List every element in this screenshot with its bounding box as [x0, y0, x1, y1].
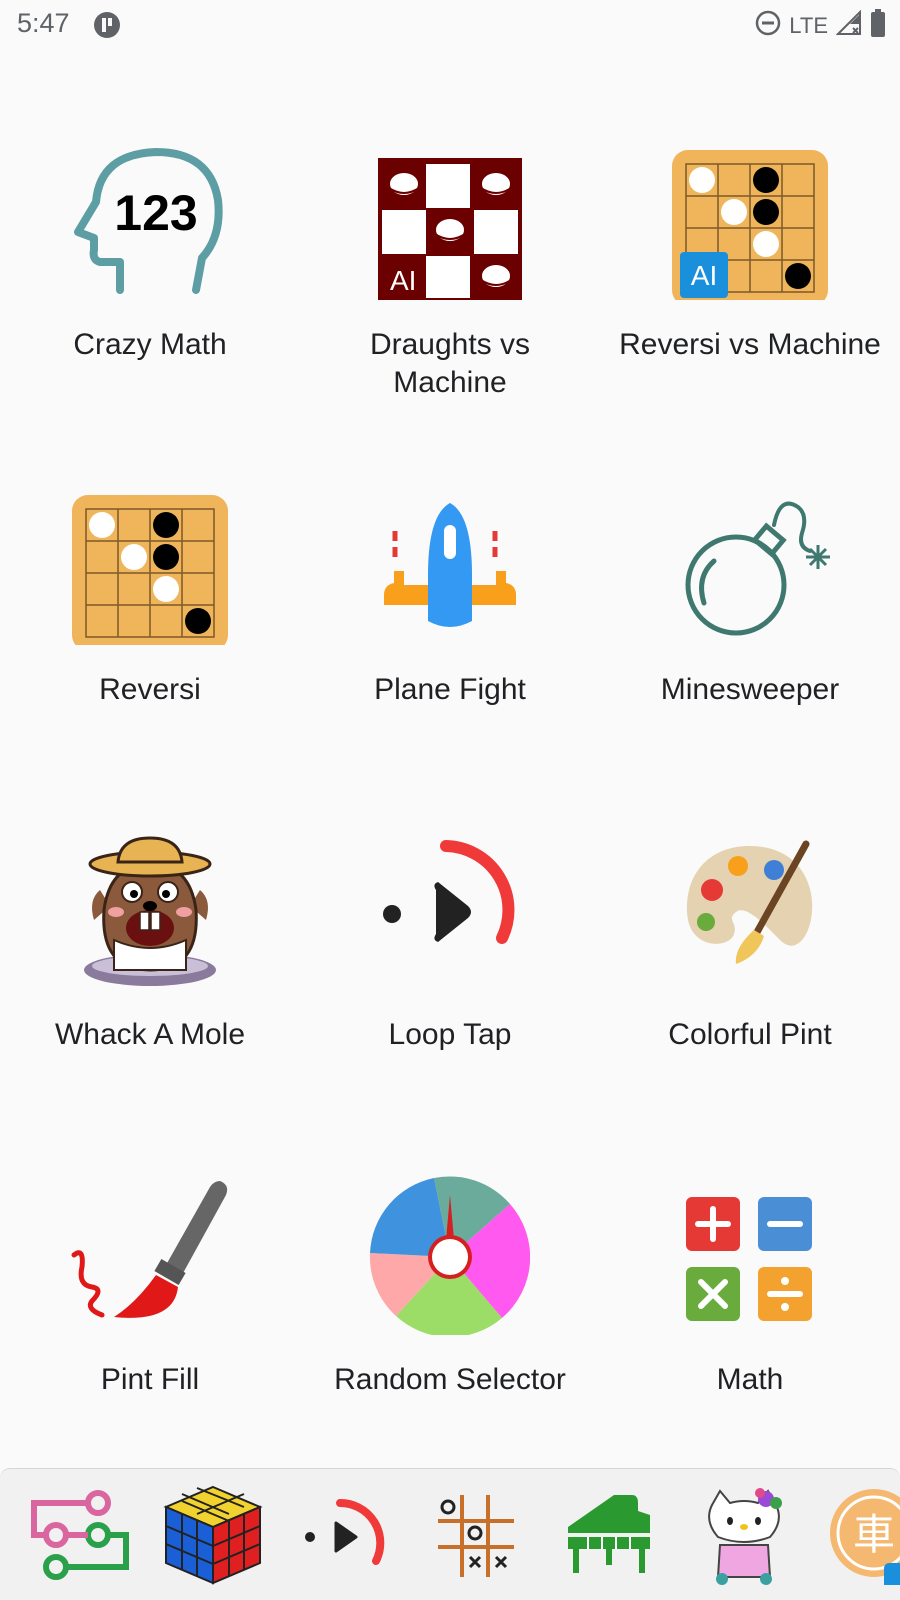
app-label: Math [716, 1363, 784, 1396]
piano-icon [568, 1495, 650, 1573]
signal-icon [835, 9, 862, 42]
math-operators-icon [670, 1175, 830, 1335]
app-loop-tap[interactable]: Loop Tap [300, 830, 600, 1160]
app-crazy-math[interactable]: 123 Crazy Math [0, 140, 300, 470]
app-whack-a-mole[interactable]: Whack A Mole [0, 830, 300, 1160]
dock-tic-tac-toe-app[interactable] [424, 1485, 534, 1585]
app-label: Crazy Math [73, 328, 227, 361]
draughts-ai-text: AI [390, 265, 416, 296]
loop-tap-icon [305, 1498, 385, 1565]
plane-icon [370, 485, 530, 645]
paintbrush-icon [70, 1175, 230, 1335]
dock-flowchart-app[interactable] [26, 1485, 136, 1585]
app-colorful-pint[interactable]: Colorful Pint [600, 830, 900, 1160]
dock-rubiks-cube-app[interactable] [158, 1485, 268, 1585]
app-label: Minesweeper [660, 673, 840, 706]
mole-icon [70, 830, 230, 990]
app-draughts-vs-machine[interactable]: AI Draughts vs Machine [300, 140, 600, 470]
app-random-selector[interactable]: Random Selector [300, 1175, 600, 1505]
reversi-ai-board-icon: AI [670, 140, 830, 306]
app-label: Plane Fight [374, 673, 526, 706]
app-label: Reversi [99, 673, 201, 706]
app-reversi-vs-machine[interactable]: AI Reversi vs Machine [600, 140, 900, 470]
rubiks-cube-icon [163, 1485, 263, 1585]
dock-chinese-chess-app[interactable]: 車 [826, 1485, 900, 1589]
app-label: Colorful Pint [668, 1018, 832, 1051]
app-pint-fill[interactable]: Pint Fill [0, 1175, 300, 1505]
app-minesweeper[interactable]: Minesweeper [600, 485, 900, 815]
hello-kitty-icon [708, 1488, 782, 1585]
dock-piano-app[interactable] [558, 1485, 668, 1585]
battery-icon [870, 9, 886, 43]
reversi-board-icon [70, 485, 230, 651]
app-reversi[interactable]: Reversi [0, 485, 300, 815]
flowchart-icon [31, 1490, 129, 1580]
bottom-app-dock[interactable]: 車 [0, 1468, 900, 1600]
app-label: Draughts vs Machine [369, 328, 531, 399]
app-plane-fight[interactable]: Plane Fight [300, 485, 600, 815]
paint-palette-icon [670, 830, 830, 990]
notification-app-icon [92, 10, 122, 45]
draughts-board-icon: AI [370, 140, 530, 302]
reversi-ai-text: AI [691, 260, 717, 291]
crazy-math-icon-text: 123 [114, 185, 197, 241]
spinner-wheel-icon [369, 1175, 531, 1338]
head-123-icon: 123 [70, 140, 230, 300]
do-not-disturb-icon [755, 10, 781, 42]
dock-loop-tap-app[interactable] [292, 1485, 402, 1585]
app-label: Pint Fill [100, 1363, 200, 1396]
tic-tac-toe-icon [438, 1495, 514, 1577]
chinese-chess-icon: 車 [830, 1489, 900, 1589]
app-math[interactable]: Math [600, 1175, 900, 1505]
loop-tap-icon [370, 830, 530, 990]
app-label: Random Selector [334, 1363, 566, 1396]
chinese-chess-glyph: 車 [853, 1510, 895, 1559]
app-label: Whack A Mole [54, 1018, 246, 1051]
status-time: 5:47 [17, 8, 70, 38]
app-label: Reversi vs Machine [619, 328, 881, 361]
dock-hello-kitty-app[interactable] [690, 1485, 800, 1585]
app-label: Loop Tap [388, 1018, 512, 1051]
status-bar: 5:47 LTE [0, 0, 900, 48]
bomb-icon [670, 485, 830, 645]
network-type: LTE [789, 13, 828, 38]
